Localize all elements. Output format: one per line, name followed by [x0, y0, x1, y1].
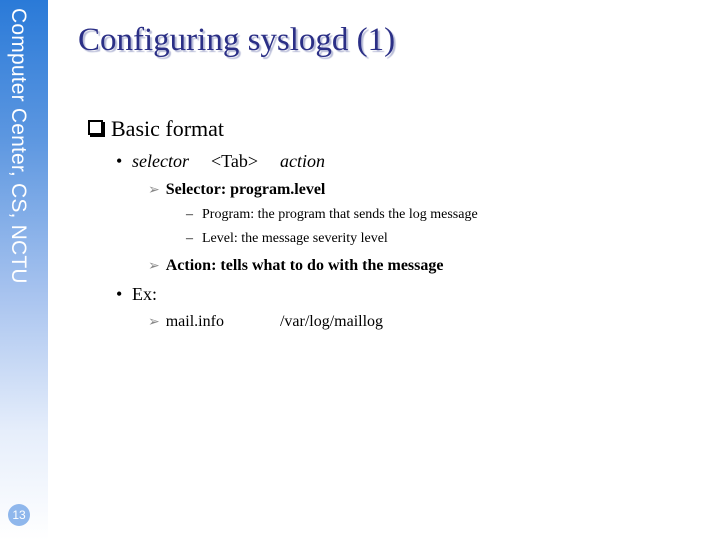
dash-bullet-icon: –	[186, 207, 193, 222]
level-detail: – Level: the message severity level	[186, 231, 388, 247]
format-line: • selector <Tab> action	[116, 151, 325, 172]
level-detail-text: Level: the message severity level	[202, 231, 388, 246]
arrow-bullet-icon: ➢	[148, 183, 160, 198]
checkbox-bullet-icon	[88, 120, 103, 135]
example-label: Ex:	[132, 284, 157, 304]
selector-item-text: Selector: program.level	[165, 181, 326, 198]
program-detail-text: Program: the program that sends the log …	[202, 207, 478, 222]
basic-format-heading: Basic format	[111, 116, 225, 141]
bullet-dot-icon: •	[116, 151, 123, 171]
dash-bullet-icon: –	[186, 231, 193, 246]
arrow-bullet-icon: ➢	[148, 315, 160, 330]
action-item-text: Action: tells what to do with the messag…	[165, 257, 444, 274]
action-item: ➢ Action: tells what to do with the messa…	[148, 257, 443, 275]
example-label-line: • Ex:	[116, 284, 157, 305]
action-word: action	[280, 151, 326, 171]
arrow-bullet-icon: ➢	[148, 259, 160, 274]
slide-title: Configuring syslogd (1)	[78, 22, 396, 58]
bullet-dot-icon: •	[116, 284, 123, 304]
page-number-badge: 13	[8, 504, 30, 526]
example-item: ➢ mail.info/var/log/maillog	[148, 313, 383, 331]
selector-word: selector	[132, 151, 189, 171]
example-action: /var/log/maillog	[279, 313, 384, 330]
sidebar-band: Computer Center, CS, NCTU 13	[0, 0, 48, 540]
example-selector: mail.info	[165, 313, 224, 330]
bullet-basic-format: Basic format	[88, 116, 224, 142]
program-detail: – Program: the program that sends the log…	[186, 207, 478, 223]
org-label: Computer Center, CS, NCTU	[7, 8, 30, 284]
selector-item: ➢ Selector: program.level	[148, 181, 325, 199]
tab-word: <Tab>	[210, 151, 259, 171]
